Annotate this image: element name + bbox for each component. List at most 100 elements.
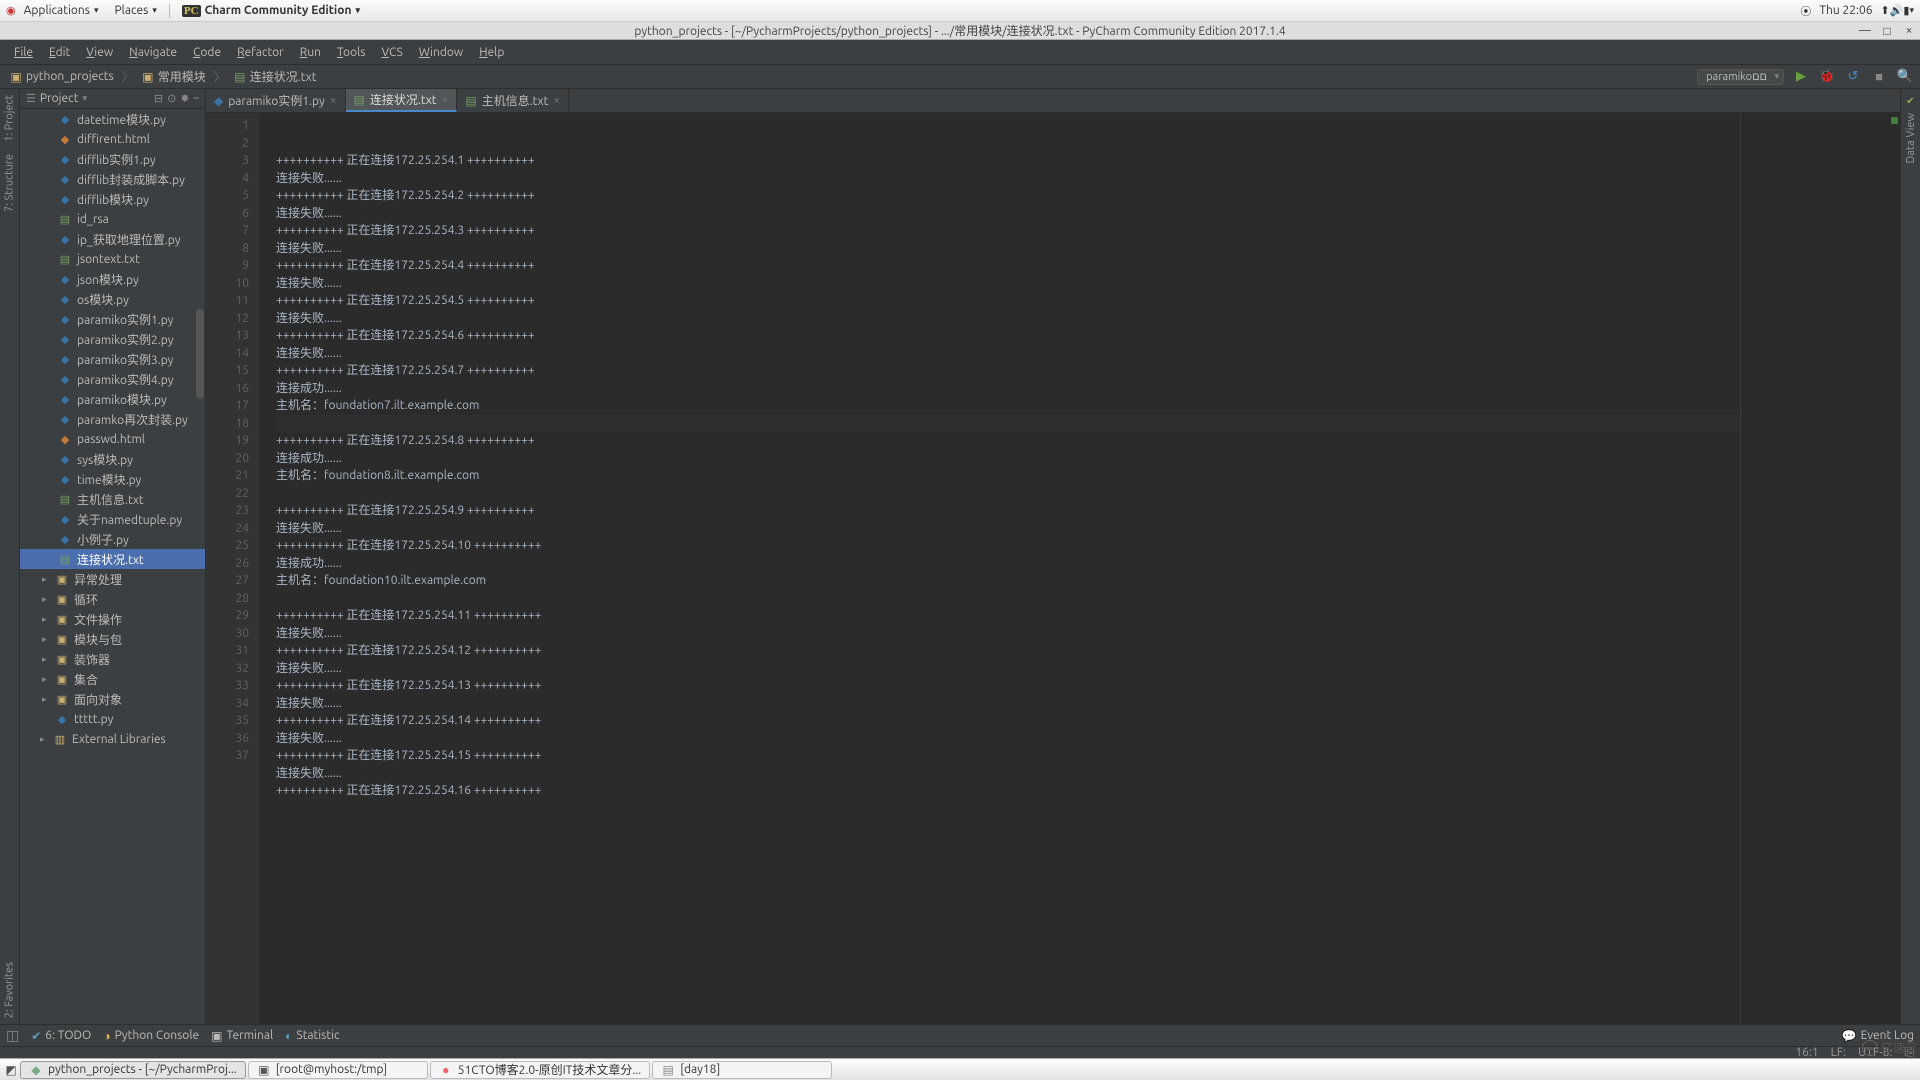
collapse-all-icon[interactable]: ⊟: [154, 92, 163, 105]
line-separator[interactable]: LF:: [1831, 1046, 1846, 1059]
accessibility-icon[interactable]: ⦿: [1800, 3, 1811, 19]
tree-folder[interactable]: ▸▣模块与包: [20, 629, 205, 649]
wifi-icon[interactable]: ⬆: [1880, 4, 1889, 17]
volume-icon[interactable]: 🔊: [1890, 4, 1904, 17]
tree-file[interactable]: ◆datetime模块.py: [20, 109, 205, 129]
tree-file[interactable]: ◆paramiko实例4.py: [20, 369, 205, 389]
statistic-tool[interactable]: ◐Statistic: [285, 1029, 339, 1043]
tree-file[interactable]: ◆difflib封装成脚本.py: [20, 169, 205, 189]
stop-button[interactable]: ■: [1870, 69, 1888, 84]
scrollbar-thumb[interactable]: [196, 309, 204, 399]
tool-project[interactable]: 1: Project: [0, 89, 19, 148]
expand-icon[interactable]: ▸: [42, 614, 50, 625]
show-desktop-icon[interactable]: ◩: [4, 1063, 18, 1077]
minimize-button[interactable]: —: [1854, 24, 1876, 38]
tree-file[interactable]: ◆ip_获取地理位置.py: [20, 229, 205, 249]
menu-code[interactable]: Code: [185, 42, 229, 63]
inspection-ok-icon[interactable]: [1891, 117, 1898, 124]
external-libraries[interactable]: ▸▥External Libraries: [20, 729, 205, 749]
tree-folder[interactable]: ▸▣装饰器: [20, 649, 205, 669]
tree-folder[interactable]: ▸▣集合: [20, 669, 205, 689]
editor[interactable]: ++++++++++ 正在连接172.25.254.1 ++++++++++连接…: [260, 113, 1740, 1024]
window-title-bar[interactable]: python_projects - [~/PycharmProjects/pyt…: [0, 22, 1920, 40]
todo-tool[interactable]: ✔6: TODO: [31, 1029, 91, 1043]
tree-file[interactable]: ◆sys模块.py: [20, 449, 205, 469]
tool-data-view[interactable]: Data View: [1903, 107, 1919, 170]
search-everywhere-button[interactable]: 🔍: [1896, 69, 1914, 84]
taskbar-item[interactable]: ●51CTO博客2.0-原创IT技术文章分...: [430, 1061, 650, 1079]
clock[interactable]: Thu 22:06: [1811, 4, 1880, 17]
tree-file[interactable]: ◆paramiko实例3.py: [20, 349, 205, 369]
scroll-from-source-icon[interactable]: ⊙: [167, 92, 176, 105]
tree-file[interactable]: ▤主机信息.txt: [20, 489, 205, 509]
tree-file[interactable]: ◆json模块.py: [20, 269, 205, 289]
tree-file[interactable]: ▤连接状况.txt: [20, 549, 205, 569]
tree-file[interactable]: ◆paramiko模块.py: [20, 389, 205, 409]
tree-folder[interactable]: ▸▣文件操作: [20, 609, 205, 629]
tree-file[interactable]: ◆paramiko实例2.py: [20, 329, 205, 349]
editor-tab[interactable]: ▤主机信息.txt×: [457, 89, 569, 112]
tree-file[interactable]: ◆diffirent.html: [20, 129, 205, 149]
tool-window-button[interactable]: ◫: [6, 1027, 19, 1044]
close-tab-icon[interactable]: ×: [442, 93, 449, 106]
tree-file[interactable]: ◆difflib模块.py: [20, 189, 205, 209]
tree-file[interactable]: ▤jsontext.txt: [20, 249, 205, 269]
app-menu[interactable]: PC Charm Community Edition ▾: [174, 4, 368, 17]
tree-file[interactable]: ◆paramiko实例1.py: [20, 309, 205, 329]
taskbar-item[interactable]: ▤[day18]: [652, 1061, 832, 1079]
gear-icon[interactable]: ✸: [180, 92, 189, 105]
tree-file[interactable]: ◆ttttt.py: [20, 709, 205, 729]
expand-icon[interactable]: ▸: [42, 654, 50, 665]
close-button[interactable]: ×: [1898, 24, 1920, 38]
expand-icon[interactable]: ▸: [40, 734, 48, 745]
python-console-tool[interactable]: ◑Python Console: [103, 1029, 199, 1043]
menu-vcs[interactable]: VCS: [373, 42, 410, 63]
menu-run[interactable]: Run: [292, 42, 329, 63]
menu-navigate[interactable]: Navigate: [121, 42, 185, 63]
menu-tools[interactable]: Tools: [329, 42, 374, 63]
menu-edit[interactable]: Edit: [41, 42, 78, 63]
expand-icon[interactable]: ▸: [42, 694, 50, 705]
terminal-tool[interactable]: ▣Terminal: [211, 1029, 273, 1043]
tool-structure[interactable]: 7: Structure: [0, 148, 19, 218]
menu-window[interactable]: Window: [411, 42, 471, 63]
breadcrumb-folder[interactable]: ▣常用模块: [138, 66, 210, 87]
tree-file[interactable]: ◆paramko再次封装.py: [20, 409, 205, 429]
close-tab-icon[interactable]: ×: [553, 94, 560, 107]
tree-file[interactable]: ◆difflib实例1.py: [20, 149, 205, 169]
menu-refactor[interactable]: Refactor: [229, 42, 292, 63]
menu-help[interactable]: Help: [471, 42, 512, 63]
editor-tab[interactable]: ▤连接状况.txt×: [346, 89, 458, 112]
expand-icon[interactable]: ▸: [42, 574, 50, 585]
tree-folder[interactable]: ▸▣异常处理: [20, 569, 205, 589]
gutter[interactable]: 1234567891011121314151617181920212223242…: [206, 113, 260, 1024]
tree-folder[interactable]: ▸▣循环: [20, 589, 205, 609]
system-menu-icon[interactable]: ▾: [1909, 5, 1914, 16]
expand-icon[interactable]: ▸: [42, 634, 50, 645]
places-menu[interactable]: Places ▾: [106, 4, 164, 17]
tree-file[interactable]: ◆os模块.py: [20, 289, 205, 309]
run-button[interactable]: ▶: [1792, 69, 1810, 84]
close-tab-icon[interactable]: ×: [330, 94, 337, 107]
applications-menu[interactable]: Applications ▾: [16, 4, 107, 17]
tree-file[interactable]: ◆time模块.py: [20, 469, 205, 489]
menu-file[interactable]: File: [6, 42, 41, 63]
tree-file[interactable]: ◆小例子.py: [20, 529, 205, 549]
tree-file[interactable]: ▤id_rsa: [20, 209, 205, 229]
project-view-icon[interactable]: ☰: [26, 92, 36, 105]
editor-tab[interactable]: ◆paramiko实例1.py×: [206, 89, 346, 112]
tree-file[interactable]: ◆关于namedtuple.py: [20, 509, 205, 529]
taskbar-item[interactable]: ▣[root@myhost:/tmp]: [248, 1061, 428, 1079]
caret-position[interactable]: 16:1: [1795, 1046, 1818, 1059]
taskbar-item[interactable]: ◆python_projects - [~/PycharmProj...: [20, 1061, 246, 1079]
breadcrumb-file[interactable]: ▤连接状况.txt: [230, 66, 321, 87]
rerun-button[interactable]: ↺: [1844, 69, 1862, 84]
debug-button[interactable]: 🐞: [1818, 69, 1836, 84]
hide-icon[interactable]: ⎯: [194, 92, 200, 105]
tree-folder[interactable]: ▸▣面向对象: [20, 689, 205, 709]
menu-view[interactable]: View: [78, 42, 121, 63]
expand-icon[interactable]: ▸: [42, 594, 50, 605]
run-configuration-select[interactable]: paramikoםם: [1697, 69, 1784, 85]
expand-icon[interactable]: ▸: [42, 674, 50, 685]
breadcrumb-root[interactable]: ▣python_projects: [6, 68, 118, 86]
